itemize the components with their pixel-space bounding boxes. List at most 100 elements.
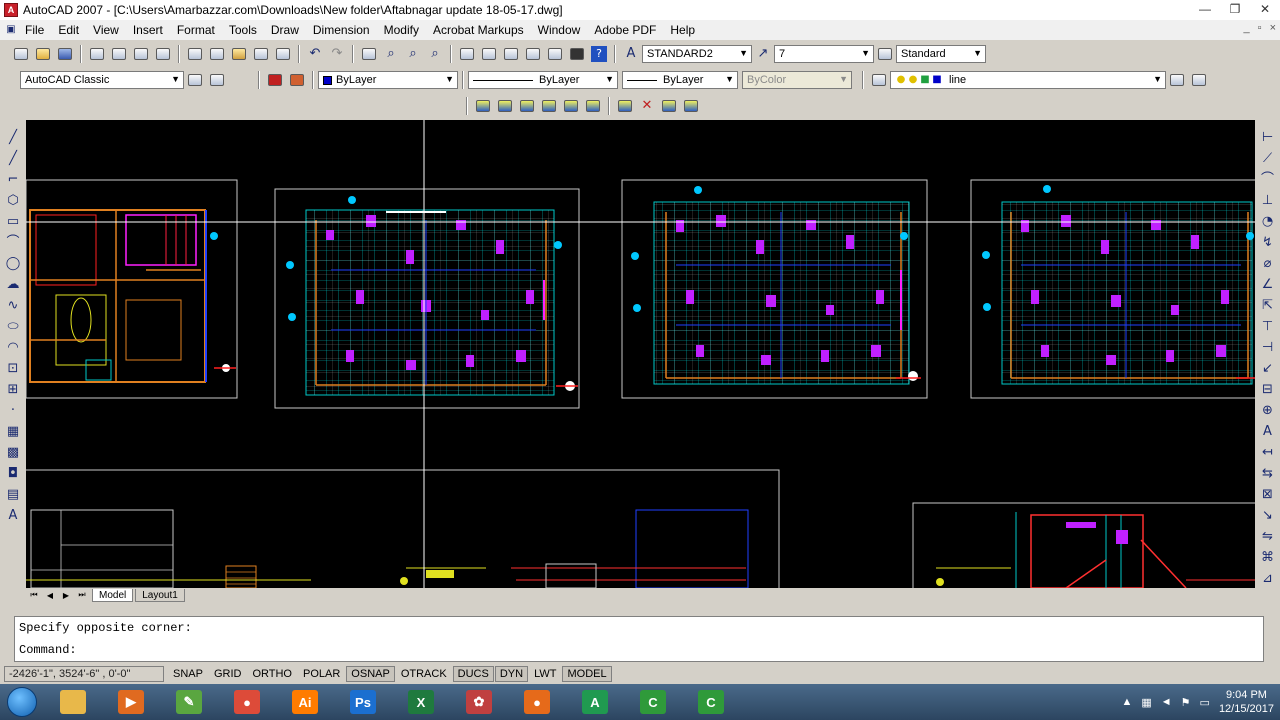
snap-toggle[interactable]: SNAP — [168, 666, 208, 682]
close-button[interactable]: ✕ — [1250, 0, 1280, 20]
polyline-icon[interactable]: ⌐ — [5, 172, 21, 188]
document-icon[interactable]: ▣ — [4, 23, 18, 37]
dim-diameter-icon[interactable]: ⌀ — [1260, 256, 1276, 272]
help-icon[interactable]: ? — [589, 44, 609, 64]
lwt-toggle[interactable]: LWT — [529, 666, 561, 682]
polar-toggle[interactable]: POLAR — [298, 666, 345, 682]
region-icon[interactable]: ◘ — [5, 466, 21, 482]
lineweight-dropdown[interactable]: ByLayer ▼ — [622, 71, 738, 89]
menu-window[interactable]: Window — [531, 23, 588, 37]
next-tab-icon[interactable]: ▶ — [58, 591, 74, 600]
layer-tool-6-icon[interactable] — [583, 96, 603, 116]
make-block-icon[interactable]: ⊞ — [5, 382, 21, 398]
menu-view[interactable]: View — [86, 23, 126, 37]
workspace-save-icon[interactable] — [207, 70, 227, 90]
drawing-canvas[interactable] — [26, 120, 1255, 588]
tool-palettes-icon[interactable] — [501, 44, 521, 64]
prev-tab-icon[interactable]: ◀ — [42, 591, 58, 600]
circle-icon[interactable]: ◯ — [5, 256, 21, 272]
plot-icon[interactable] — [87, 44, 107, 64]
zoom-previous-icon[interactable]: ⌕ — [425, 44, 445, 64]
paste-icon[interactable] — [229, 44, 249, 64]
layer-delete-icon[interactable]: ✕ — [637, 96, 657, 116]
pan-icon[interactable] — [359, 44, 379, 64]
start-button[interactable] — [0, 684, 44, 720]
command-prompt[interactable]: Command: — [19, 643, 1259, 665]
doc-minimize-button[interactable]: _ — [1244, 22, 1250, 34]
multiline-text-icon[interactable]: A — [5, 508, 21, 524]
publish-icon[interactable] — [131, 44, 151, 64]
layer-properties-icon[interactable] — [869, 70, 889, 90]
ducs-toggle[interactable]: DUCS — [452, 666, 494, 682]
display-icon[interactable]: ▭ — [1200, 696, 1210, 709]
block-editor-icon[interactable] — [273, 44, 293, 64]
construction-line-icon[interactable]: ╱ — [5, 151, 21, 167]
layer-tool-8-icon[interactable] — [659, 96, 679, 116]
layer-dropdown[interactable]: ● ● ■ ■ line ▼ — [890, 71, 1166, 89]
taskbar-app-excel[interactable]: X — [394, 685, 448, 719]
network-icon[interactable]: ▦ — [1141, 696, 1151, 709]
grid-toggle[interactable]: GRID — [209, 666, 247, 682]
layer-tool-2-icon[interactable] — [495, 96, 515, 116]
dim-baseline-icon[interactable]: ⊤ — [1260, 319, 1276, 335]
gradient-icon[interactable]: ▩ — [5, 445, 21, 461]
menu-dimension[interactable]: Dimension — [306, 23, 377, 37]
layer-tool-5-icon[interactable] — [561, 96, 581, 116]
layer-tool-1-icon[interactable] — [473, 96, 493, 116]
tolerance-icon[interactable]: ⊟ — [1260, 382, 1276, 398]
action-center-icon[interactable]: ⚑ — [1181, 696, 1191, 709]
dim-arc-icon[interactable]: ⌒ — [1260, 172, 1276, 188]
taskbar-app-media-player[interactable]: ▶ — [104, 685, 158, 719]
taskbar-app-camtasia-1[interactable]: C — [626, 685, 680, 719]
match-properties-icon[interactable] — [251, 44, 271, 64]
3d-dwf-icon[interactable] — [153, 44, 173, 64]
markup-icon[interactable] — [545, 44, 565, 64]
table-style-dropdown[interactable]: Standard ▼ — [896, 45, 986, 63]
dim-style-icon-right[interactable]: ⊠ — [1260, 487, 1276, 503]
table-icon[interactable]: ▤ — [5, 487, 21, 503]
minimize-button[interactable]: — — [1190, 0, 1220, 20]
doc-close-button[interactable]: × — [1270, 22, 1276, 34]
dim-update-icon[interactable]: ⇆ — [1260, 466, 1276, 482]
taskbar-app-firefox[interactable]: ● — [510, 685, 564, 719]
dim-style-dropdown[interactable]: 7 ▼ — [774, 45, 874, 63]
pdf-icon[interactable] — [265, 70, 285, 90]
plot-preview-icon[interactable] — [109, 44, 129, 64]
color-dropdown[interactable]: ByLayer ▼ — [318, 71, 458, 89]
menu-file[interactable]: File — [18, 23, 51, 37]
ellipse-icon[interactable]: ⬭ — [5, 319, 21, 335]
menu-edit[interactable]: Edit — [51, 23, 86, 37]
taskbar-app-illustrator[interactable]: Ai — [278, 685, 332, 719]
ellipse-arc-icon[interactable]: ◠ — [5, 340, 21, 356]
otrack-toggle[interactable]: OTRACK — [396, 666, 452, 682]
make-layer-current-icon[interactable] — [1167, 70, 1187, 90]
linetype-dropdown[interactable]: ByLayer ▼ — [468, 71, 618, 89]
insert-block-icon[interactable]: ⊡ — [5, 361, 21, 377]
zoom-realtime-icon[interactable]: ⌕ — [381, 44, 401, 64]
taskbar-app-camtasia-2[interactable]: C — [684, 685, 738, 719]
dim-style-icon[interactable]: ↗ — [753, 44, 773, 64]
text-style-dropdown[interactable]: STANDARD2 ▼ — [642, 45, 752, 63]
menu-modify[interactable]: Modify — [377, 23, 426, 37]
layer-tool-7-icon[interactable] — [615, 96, 635, 116]
dim-space-icon[interactable]: ⇋ — [1260, 529, 1276, 545]
taskbar-app-pen-app[interactable]: ✎ — [162, 685, 216, 719]
ortho-toggle[interactable]: ORTHO — [247, 666, 297, 682]
menu-help[interactable]: Help — [663, 23, 702, 37]
hatch-icon[interactable]: ▦ — [5, 424, 21, 440]
taskbar-app-photoshop[interactable]: Ps — [336, 685, 390, 719]
polygon-icon[interactable]: ⬡ — [5, 193, 21, 209]
rectangle-icon[interactable]: ▭ — [5, 214, 21, 230]
dim-break-icon[interactable]: ⌘ — [1260, 550, 1276, 566]
last-tab-icon[interactable]: ⏭ — [74, 590, 90, 600]
sheet-set-icon[interactable] — [523, 44, 543, 64]
dyn-toggle[interactable]: DYN — [494, 666, 529, 682]
layer-tool-3-icon[interactable] — [517, 96, 537, 116]
clock[interactable]: 9:04 PM 12/15/2017 — [1219, 688, 1274, 716]
new-icon[interactable] — [11, 44, 31, 64]
dim-override-icon[interactable]: ↘ — [1260, 508, 1276, 524]
design-center-icon[interactable] — [479, 44, 499, 64]
maximize-button[interactable]: ❐ — [1220, 0, 1250, 20]
tab-layout1[interactable]: Layout1 — [135, 588, 185, 602]
properties-icon[interactable] — [457, 44, 477, 64]
